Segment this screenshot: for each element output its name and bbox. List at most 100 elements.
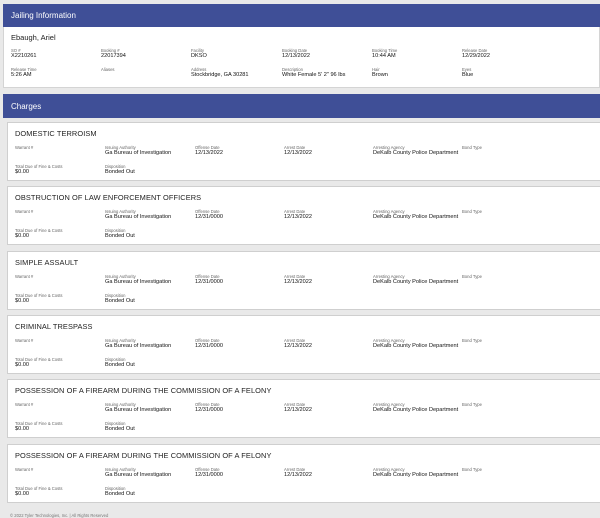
field-value: Bonded Out	[105, 426, 135, 432]
jailing-information-header: Jailing Information	[3, 4, 600, 27]
charge-card: OBSTRUCTION OF LAW ENFORCEMENT OFFICERS W…	[7, 186, 600, 245]
jailing-header-title: Jailing Information	[11, 11, 76, 20]
field-booking-number: Booking # 22017394	[101, 48, 126, 60]
charge-field-disposition: Disposition Bonded Out	[105, 357, 135, 369]
jailing-information-card: Ebaugh, Ariel SO # X2210261 Booking # 22…	[3, 27, 600, 88]
charge-field-total-due: Total Due of Fine & Costs $0.00	[15, 357, 62, 369]
charge-field-warrant: Warrant #	[15, 209, 33, 214]
field-value: DeKalb County Police Department	[373, 472, 459, 478]
charge-title: CRIMINAL TRESPASS	[15, 322, 93, 331]
charge-field-offense-date: Offense Date 12/13/2022	[195, 145, 223, 157]
field-label: Bond Type	[462, 274, 482, 279]
charge-field-total-due: Total Due of Fine & Costs $0.00	[15, 228, 62, 240]
field-label: Aliases	[101, 67, 115, 72]
field-value: X2210261	[11, 53, 37, 59]
field-value: 12/13/2022	[284, 279, 312, 285]
charge-field-disposition: Disposition Bonded Out	[105, 293, 135, 305]
field-value: Blue	[462, 72, 474, 78]
charges-header: Charges	[3, 94, 600, 118]
field-value: $0.00	[15, 491, 29, 497]
field-eyes: Eyes Blue	[462, 67, 473, 79]
charge-field-bond-type: Bond Type	[462, 467, 482, 472]
field-value: Ga Bureau of Investigation	[105, 472, 172, 478]
charge-title: POSSESSION OF A FIREARM DURING THE COMMI…	[15, 386, 272, 395]
field-label: Warrant #	[15, 209, 34, 214]
charge-field-total-due: Total Due of Fine & Costs $0.00	[15, 486, 62, 498]
field-value: 12/13/2022	[284, 150, 312, 156]
field-value: Bonded Out	[105, 169, 135, 175]
field-value: 12/31/0000	[195, 343, 223, 349]
field-value: DeKalb County Police Department	[373, 343, 459, 349]
field-value: Bonded Out	[105, 233, 135, 239]
charge-field-disposition: Disposition Bonded Out	[105, 486, 135, 498]
field-value: 5:26 AM	[11, 72, 32, 78]
field-value: $0.00	[15, 426, 29, 432]
field-value: Bonded Out	[105, 491, 135, 497]
field-value: 12/31/0000	[195, 472, 223, 478]
charge-field-arrest-date: Arrest Date 12/13/2022	[284, 274, 312, 286]
field-value: $0.00	[15, 298, 29, 304]
field-value: 12/13/2022	[284, 407, 312, 413]
charge-field-warrant: Warrant #	[15, 145, 33, 150]
field-so-number: SO # X2210261	[11, 48, 37, 60]
charge-field-offense-date: Offense Date 12/31/0000	[195, 338, 223, 350]
field-value: $0.00	[15, 362, 29, 368]
charge-field-agency: Arresting Agency DeKalb County Police Dep…	[373, 274, 458, 286]
charge-field-total-due: Total Due of Fine & Costs $0.00	[15, 421, 62, 433]
charge-field-agency: Arresting Agency DeKalb County Police Dep…	[373, 338, 458, 350]
field-value: Ga Bureau of Investigation	[105, 214, 172, 220]
charge-title: OBSTRUCTION OF LAW ENFORCEMENT OFFICERS	[15, 193, 202, 202]
charge-field-authority: Issuing Authority Ga Bureau of Investigat…	[105, 209, 171, 221]
field-value: 12/13/2022	[284, 214, 312, 220]
charge-field-agency: Arresting Agency DeKalb County Police Dep…	[373, 145, 458, 157]
charge-card: CRIMINAL TRESPASS Warrant # Issuing Author…	[7, 315, 600, 374]
field-value: DeKalb County Police Department	[373, 150, 459, 156]
field-label: Warrant #	[15, 274, 34, 279]
field-booking-date: Booking Date 12/13/2022	[282, 48, 310, 60]
charge-field-authority: Issuing Authority Ga Bureau of Investigat…	[105, 145, 171, 157]
charge-field-arrest-date: Arrest Date 12/13/2022	[284, 402, 312, 414]
charge-field-bond-type: Bond Type	[462, 338, 482, 343]
field-release-time: Release Time 5:26 AM	[11, 67, 37, 79]
charge-field-disposition: Disposition Bonded Out	[105, 228, 135, 240]
field-value: 12/13/2022	[282, 53, 310, 59]
charge-title: POSSESSION OF A FIREARM DURING THE COMMI…	[15, 451, 272, 460]
charge-field-arrest-date: Arrest Date 12/13/2022	[284, 338, 312, 350]
field-value: DKSO	[191, 53, 207, 59]
charge-title: DOMESTIC TERROISM	[15, 129, 97, 138]
field-label: Warrant #	[15, 145, 34, 150]
charge-card: SIMPLE ASSAULT Warrant # Issuing Authority…	[7, 251, 600, 310]
field-value: DeKalb County Police Department	[373, 214, 459, 220]
field-value: Ga Bureau of Investigation	[105, 150, 172, 156]
field-value: White Female 5' 2" 96 lbs	[282, 72, 346, 78]
copyright-footer: © 2022 Tyler Technologies, Inc. | All Ri…	[10, 513, 109, 518]
charge-field-authority: Issuing Authority Ga Bureau of Investigat…	[105, 467, 171, 479]
field-address: Address Stockbridge, GA 30281	[191, 67, 249, 79]
field-value: Brown	[372, 72, 388, 78]
charge-field-offense-date: Offense Date 12/31/0000	[195, 209, 223, 221]
field-value: 10:44 AM	[372, 53, 396, 59]
charge-field-bond-type: Bond Type	[462, 402, 482, 407]
field-value: $0.00	[15, 169, 29, 175]
charge-field-total-due: Total Due of Fine & Costs $0.00	[15, 164, 62, 176]
charge-field-agency: Arresting Agency DeKalb County Police Dep…	[373, 209, 458, 221]
charge-field-authority: Issuing Authority Ga Bureau of Investigat…	[105, 338, 171, 350]
charge-field-warrant: Warrant #	[15, 467, 33, 472]
field-booking-time: Booking Time 10:44 AM	[372, 48, 397, 60]
charge-field-warrant: Warrant #	[15, 338, 33, 343]
charge-title: SIMPLE ASSAULT	[15, 258, 79, 267]
field-label: Bond Type	[462, 467, 482, 472]
field-label: Bond Type	[462, 209, 482, 214]
field-value: 12/31/0000	[195, 214, 223, 220]
field-value: 12/13/2022	[195, 150, 223, 156]
charges-header-title: Charges	[11, 101, 42, 111]
charge-field-agency: Arresting Agency DeKalb County Police Dep…	[373, 467, 458, 479]
charge-field-arrest-date: Arrest Date 12/13/2022	[284, 209, 312, 221]
field-value: Ga Bureau of Investigation	[105, 407, 172, 413]
field-value: 12/13/2022	[284, 472, 312, 478]
field-value: 12/31/0000	[195, 279, 223, 285]
field-value: Bonded Out	[105, 362, 135, 368]
field-value: Stockbridge, GA 30281	[191, 72, 249, 78]
field-label: Bond Type	[462, 402, 482, 407]
charge-field-arrest-date: Arrest Date 12/13/2022	[284, 467, 312, 479]
